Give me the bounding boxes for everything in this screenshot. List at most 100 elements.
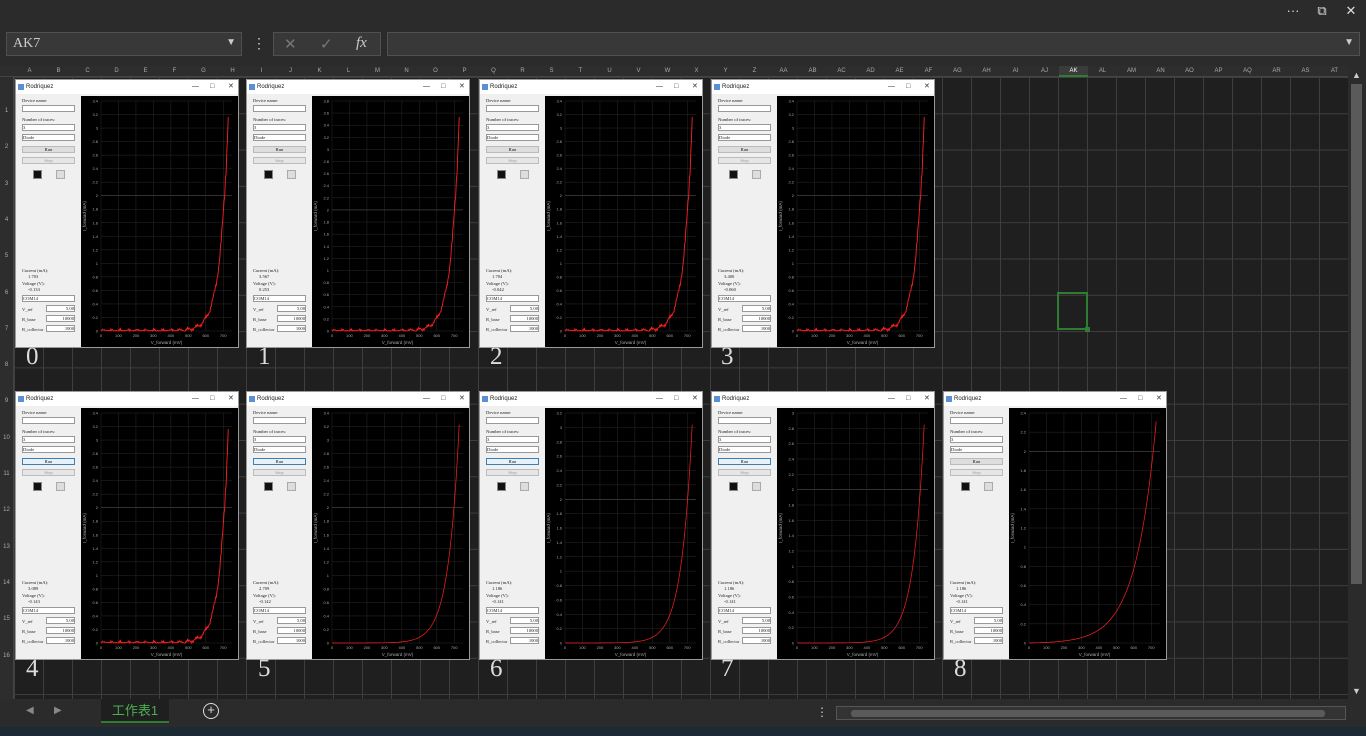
background-color-swatch[interactable] [520,170,529,179]
column-header[interactable]: M [363,66,392,77]
row-header[interactable]: 10 [0,435,13,441]
column-header[interactable]: V [624,66,653,77]
column-header[interactable]: A [15,66,44,77]
row-header[interactable]: 15 [0,616,13,622]
traces-stepper[interactable]: 3 [718,124,771,131]
column-header[interactable]: O [421,66,450,77]
row-header[interactable]: 5 [0,253,13,259]
minimize-icon[interactable]: — [192,80,199,94]
trace-color-swatch[interactable] [729,482,738,491]
close-icon[interactable]: ✕ [692,392,698,406]
vref-input[interactable]: 5.00 [510,617,539,624]
column-header[interactable]: AR [1262,66,1291,77]
more-options-icon[interactable]: ··· [1279,0,1307,22]
background-color-swatch[interactable] [56,170,65,179]
sheet-options-icon[interactable]: ⋮ [816,705,828,719]
port-select[interactable]: COM14 [22,295,75,302]
port-select[interactable]: COM14 [486,295,539,302]
row-header[interactable]: 4 [0,217,13,223]
column-header[interactable]: AF [914,66,943,77]
column-header[interactable]: D [102,66,131,77]
prev-sheet-icon[interactable]: ◀ [26,705,34,716]
column-header[interactable]: AD [856,66,885,77]
rcollector-input[interactable]: 1000 [46,637,75,644]
minimize-icon[interactable]: — [656,392,663,406]
vref-input[interactable]: 5.00 [742,617,771,624]
trace-color-swatch[interactable] [497,170,506,179]
rbase-input[interactable]: 10000 [742,315,771,322]
run-button[interactable]: Run [253,146,306,153]
stop-button[interactable]: Stop [486,469,539,476]
enter-icon[interactable]: ✓ [320,35,333,53]
device-name-input[interactable] [950,417,1003,424]
device-type-select[interactable]: Diode [718,134,771,141]
device-name-input[interactable] [718,417,771,424]
minimize-icon[interactable]: — [192,392,199,406]
column-header[interactable]: Y [711,66,740,77]
background-color-swatch[interactable] [752,170,761,179]
column-header[interactable]: I [247,66,276,77]
row-header[interactable]: 7 [0,326,13,332]
run-button[interactable]: Run [950,458,1003,465]
close-icon[interactable]: ✕ [228,392,234,406]
close-icon[interactable]: ✕ [692,80,698,94]
vref-input[interactable]: 5.00 [742,305,771,312]
column-header[interactable]: J [276,66,305,77]
device-name-input[interactable] [22,105,75,112]
column-header[interactable]: U [595,66,624,77]
minimize-icon[interactable]: — [888,392,895,406]
stop-button[interactable]: Stop [253,469,306,476]
row-header[interactable]: 12 [0,507,13,513]
column-header[interactable]: N [392,66,421,77]
scroll-up-icon[interactable]: ▲ [1352,70,1361,80]
device-type-select[interactable]: Diode [486,446,539,453]
row-header[interactable]: 3 [0,181,13,187]
run-button[interactable]: Run [718,146,771,153]
column-header[interactable]: AT [1320,66,1349,77]
column-header[interactable]: AH [972,66,1001,77]
column-header[interactable]: T [566,66,595,77]
background-color-swatch[interactable] [287,482,296,491]
run-button[interactable]: Run [486,458,539,465]
vref-input[interactable]: 5.00 [46,305,75,312]
row-header[interactable]: 13 [0,544,13,550]
minimize-icon[interactable]: — [656,80,663,94]
device-type-select[interactable]: Diode [253,446,306,453]
column-header[interactable]: Q [479,66,508,77]
device-type-select[interactable]: Diode [22,446,75,453]
column-header[interactable]: AI [1001,66,1030,77]
port-select[interactable]: COM14 [486,607,539,614]
rcollector-input[interactable]: 1000 [510,637,539,644]
traces-stepper[interactable]: 3 [22,124,75,131]
port-select[interactable]: COM14 [950,607,1003,614]
next-sheet-icon[interactable]: ▶ [54,705,62,716]
close-window-icon[interactable]: ✕ [1337,0,1365,22]
rcollector-input[interactable]: 1000 [742,325,771,332]
row-header[interactable]: 14 [0,580,13,586]
traces-stepper[interactable]: 3 [22,436,75,443]
rbase-input[interactable]: 10000 [46,315,75,322]
row-header[interactable]: 1 [0,108,13,114]
maximize-icon[interactable]: □ [674,80,678,94]
device-name-input[interactable] [486,417,539,424]
rbase-input[interactable]: 10000 [277,315,306,322]
column-header[interactable]: K [305,66,334,77]
column-header[interactable]: AJ [1030,66,1059,77]
device-type-select[interactable]: Diode [22,134,75,141]
device-type-select[interactable]: Diode [486,134,539,141]
column-header[interactable]: Z [740,66,769,77]
stop-button[interactable]: Stop [718,157,771,164]
column-header[interactable]: AP [1204,66,1233,77]
close-icon[interactable]: ✕ [1156,392,1162,406]
close-icon[interactable]: ✕ [924,392,930,406]
column-header[interactable]: B [44,66,73,77]
trace-color-swatch[interactable] [729,170,738,179]
trace-color-swatch[interactable] [961,482,970,491]
stop-button[interactable]: Stop [22,469,75,476]
device-name-input[interactable] [253,105,306,112]
selected-cell[interactable] [1057,292,1090,332]
rcollector-input[interactable]: 1000 [277,325,306,332]
port-select[interactable]: COM14 [718,607,771,614]
column-header[interactable]: S [537,66,566,77]
rcollector-input[interactable]: 1000 [510,325,539,332]
